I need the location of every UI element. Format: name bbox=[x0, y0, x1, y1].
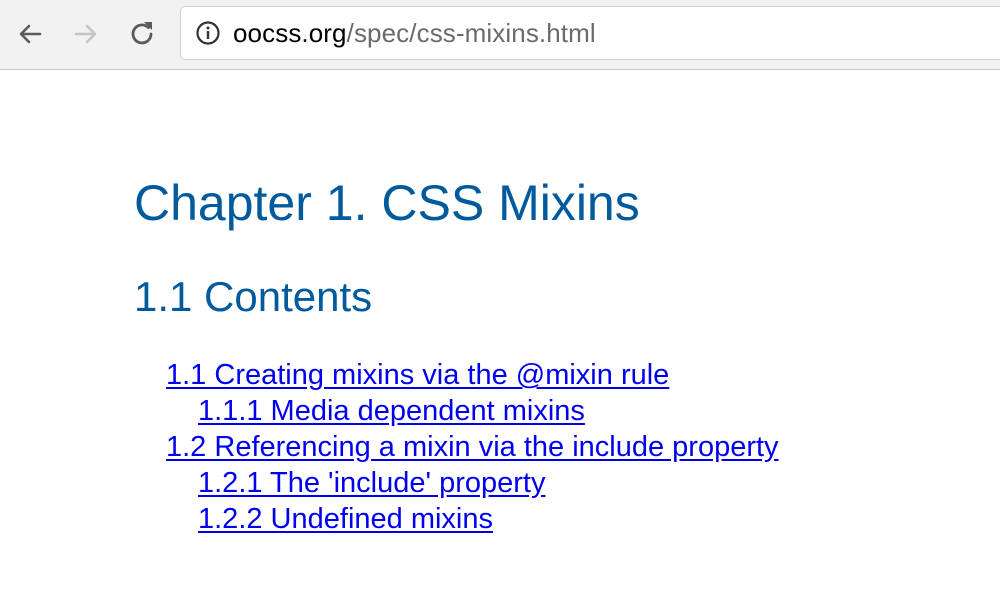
chapter-title: Chapter 1. CSS Mixins bbox=[134, 175, 640, 231]
toc-link[interactable]: 1.1 Creating mixins via the @mixin rule bbox=[166, 359, 669, 391]
section-title: 1.1 Contents bbox=[134, 273, 373, 320]
back-arrow-icon bbox=[19, 24, 42, 44]
toc-link[interactable]: 1.2.2 Undefined mixins bbox=[198, 503, 493, 535]
toc-item: 1.1.1 Media dependent mixins bbox=[198, 394, 585, 428]
url-host: oocss.org bbox=[233, 17, 347, 48]
toc-link[interactable]: 1.1.1 Media dependent mixins bbox=[198, 395, 585, 427]
forward-arrow-icon bbox=[74, 24, 97, 44]
toc-item: 1.2 Referencing a mixin via the include … bbox=[166, 430, 779, 464]
toc-link[interactable]: 1.2 Referencing a mixin via the include … bbox=[166, 431, 779, 463]
forward-button[interactable] bbox=[68, 14, 104, 54]
info-icon[interactable] bbox=[195, 20, 221, 46]
toc-item: 1.2.2 Undefined mixins bbox=[198, 502, 493, 536]
toc-item: 1.1 Creating mixins via the @mixin rule bbox=[166, 358, 669, 392]
back-button[interactable] bbox=[12, 14, 48, 54]
url-text[interactable]: oocss.org/spec/css-mixins.html bbox=[233, 18, 596, 49]
toc-link[interactable]: 1.2.1 The 'include' property bbox=[198, 467, 545, 499]
reload-icon bbox=[131, 22, 153, 45]
url-path: /spec/css-mixins.html bbox=[346, 17, 596, 48]
browser-toolbar: oocss.org/spec/css-mixins.html bbox=[0, 0, 1000, 70]
address-bar[interactable]: oocss.org/spec/css-mixins.html bbox=[180, 6, 1000, 60]
toc-item: 1.2.1 The 'include' property bbox=[198, 466, 545, 500]
reload-button[interactable] bbox=[124, 14, 160, 54]
page-content: Chapter 1. CSS Mixins 1.1 Contents 1.1 C… bbox=[0, 70, 1000, 600]
